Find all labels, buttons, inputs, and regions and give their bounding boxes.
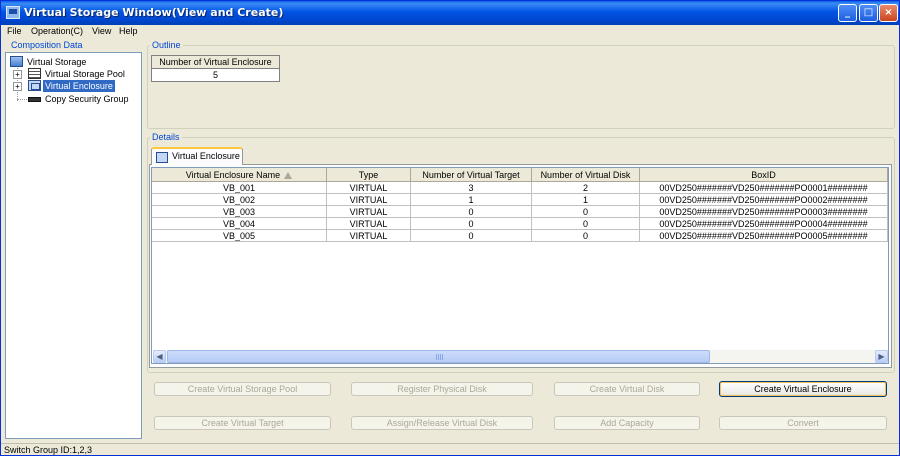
cell-virtual-target: 0 xyxy=(411,206,532,218)
cell-name: VB_002 xyxy=(152,194,327,206)
table-row[interactable]: VB_001 VIRTUAL 3 2 00VD250#######VD250##… xyxy=(152,182,888,194)
tree-item-virtual-storage[interactable]: Virtual Storage xyxy=(10,56,88,68)
create-virtual-disk-button[interactable]: Create Virtual Disk xyxy=(554,382,700,396)
outline-table: Number of Virtual Enclosure 5 xyxy=(151,55,280,82)
minimize-button[interactable]: _ xyxy=(838,4,857,22)
horizontal-scrollbar[interactable]: ◀ ▶ xyxy=(153,350,888,363)
close-button[interactable]: × xyxy=(879,4,898,22)
outline-column-header: Number of Virtual Enclosure xyxy=(152,56,279,69)
storage-pool-icon xyxy=(28,68,41,79)
window-title: Virtual Storage Window(View and Create) xyxy=(24,6,284,19)
cell-virtual-target: 0 xyxy=(411,218,532,230)
scroll-right-icon[interactable]: ▶ xyxy=(875,350,888,363)
expand-icon[interactable]: + xyxy=(13,70,22,79)
menu-bar: File Operation(C) View Help xyxy=(1,25,899,38)
cell-type: VIRTUAL xyxy=(327,230,411,242)
cell-type: VIRTUAL xyxy=(327,194,411,206)
sort-ascending-icon xyxy=(284,172,293,179)
tree-item-virtual-storage-pool[interactable]: + Virtual Storage Pool xyxy=(13,68,127,80)
app-icon xyxy=(6,6,20,19)
register-physical-disk-button[interactable]: Register Physical Disk xyxy=(351,382,533,396)
cell-type: VIRTUAL xyxy=(327,206,411,218)
virtual-storage-window: Virtual Storage Window(View and Create) … xyxy=(0,0,900,456)
tab-virtual-enclosure[interactable]: Virtual Enclosure xyxy=(151,147,243,165)
cell-name: VB_003 xyxy=(152,206,327,218)
cell-virtual-target: 1 xyxy=(411,194,532,206)
cell-virtual-target: 0 xyxy=(411,230,532,242)
details-header: Details xyxy=(150,132,182,142)
cell-boxid: 00VD250#######VD250#######PO0004######## xyxy=(640,218,888,230)
outline-header: Outline xyxy=(150,40,183,50)
outline-value: 5 xyxy=(212,70,218,80)
cell-boxid: 00VD250#######VD250#######PO0003######## xyxy=(640,206,888,218)
cell-virtual-target: 3 xyxy=(411,182,532,194)
tree-item-label: Copy Security Group xyxy=(45,94,129,104)
tree-item-label: Virtual Storage Pool xyxy=(45,69,125,79)
virtual-enclosure-table[interactable]: Virtual Enclosure Name Type Number of Vi… xyxy=(151,167,889,364)
virtual-enclosure-icon xyxy=(156,152,168,163)
assign-release-virtual-disk-button[interactable]: Assign/Release Virtual Disk xyxy=(351,416,533,430)
create-virtual-enclosure-button[interactable]: Create Virtual Enclosure xyxy=(719,381,887,397)
column-header-type[interactable]: Type xyxy=(327,168,411,182)
table-row[interactable]: VB_002 VIRTUAL 1 1 00VD250#######VD250##… xyxy=(152,194,888,206)
status-text: Switch Group ID:1,2,3 xyxy=(4,445,93,455)
tab-label: Virtual Enclosure xyxy=(172,151,240,161)
menu-view[interactable]: View xyxy=(92,25,111,38)
table-row[interactable]: VB_004 VIRTUAL 0 0 00VD250#######VD250##… xyxy=(152,218,888,230)
tree-item-copy-security-group[interactable]: Copy Security Group xyxy=(13,93,131,105)
cell-virtual-disk: 0 xyxy=(532,206,640,218)
menu-operation[interactable]: Operation(C) xyxy=(31,25,83,38)
tree-item-label: Virtual Storage xyxy=(27,57,87,67)
grip-icon xyxy=(436,354,444,360)
cell-virtual-disk: 2 xyxy=(532,182,640,194)
virtual-enclosure-icon xyxy=(28,80,41,91)
table-row[interactable]: VB_003 VIRTUAL 0 0 00VD250#######VD250##… xyxy=(152,206,888,218)
cell-boxid: 00VD250#######VD250#######PO0001######## xyxy=(640,182,888,194)
cell-virtual-disk: 0 xyxy=(532,218,640,230)
copy-security-icon xyxy=(28,97,41,102)
column-header-label: Virtual Enclosure Name xyxy=(185,170,281,180)
cell-name: VB_005 xyxy=(152,230,327,242)
expand-icon[interactable]: + xyxy=(13,82,22,91)
table-header: Virtual Enclosure Name Type Number of Vi… xyxy=(152,168,888,182)
column-header-virtual-target[interactable]: Number of Virtual Target xyxy=(411,168,532,182)
composition-data-header: Composition Data xyxy=(11,40,83,50)
column-header-name[interactable]: Virtual Enclosure Name xyxy=(152,168,327,182)
add-capacity-button[interactable]: Add Capacity xyxy=(554,416,700,430)
tree-item-virtual-enclosure[interactable]: + Virtual Enclosure xyxy=(13,80,115,92)
maximize-button[interactable]: □ xyxy=(859,4,878,22)
composition-tree[interactable]: Virtual Storage + Virtual Storage Pool +… xyxy=(5,52,142,439)
column-header-virtual-disk[interactable]: Number of Virtual Disk xyxy=(532,168,640,182)
scrollbar-thumb[interactable] xyxy=(167,350,710,363)
cell-type: VIRTUAL xyxy=(327,218,411,230)
virtual-storage-icon xyxy=(10,56,23,67)
cell-name: VB_001 xyxy=(152,182,327,194)
cell-virtual-disk: 1 xyxy=(532,194,640,206)
status-bar: Switch Group ID:1,2,3 xyxy=(1,443,899,455)
tree-item-label: Virtual Enclosure xyxy=(43,80,115,92)
menu-help[interactable]: Help xyxy=(119,25,138,38)
cell-virtual-disk: 0 xyxy=(532,230,640,242)
menu-file[interactable]: File xyxy=(7,25,22,38)
convert-button[interactable]: Convert xyxy=(719,416,887,430)
scroll-left-icon[interactable]: ◀ xyxy=(153,350,166,363)
create-virtual-storage-pool-button[interactable]: Create Virtual Storage Pool xyxy=(154,382,331,396)
title-bar[interactable]: Virtual Storage Window(View and Create) … xyxy=(1,1,899,25)
create-virtual-target-button[interactable]: Create Virtual Target xyxy=(154,416,331,430)
cell-boxid: 00VD250#######VD250#######PO0005######## xyxy=(640,230,888,242)
cell-type: VIRTUAL xyxy=(327,182,411,194)
cell-name: VB_004 xyxy=(152,218,327,230)
column-header-boxid[interactable]: BoxID xyxy=(640,168,888,182)
table-row[interactable]: VB_005 VIRTUAL 0 0 00VD250#######VD250##… xyxy=(152,230,888,242)
cell-boxid: 00VD250#######VD250#######PO0002######## xyxy=(640,194,888,206)
